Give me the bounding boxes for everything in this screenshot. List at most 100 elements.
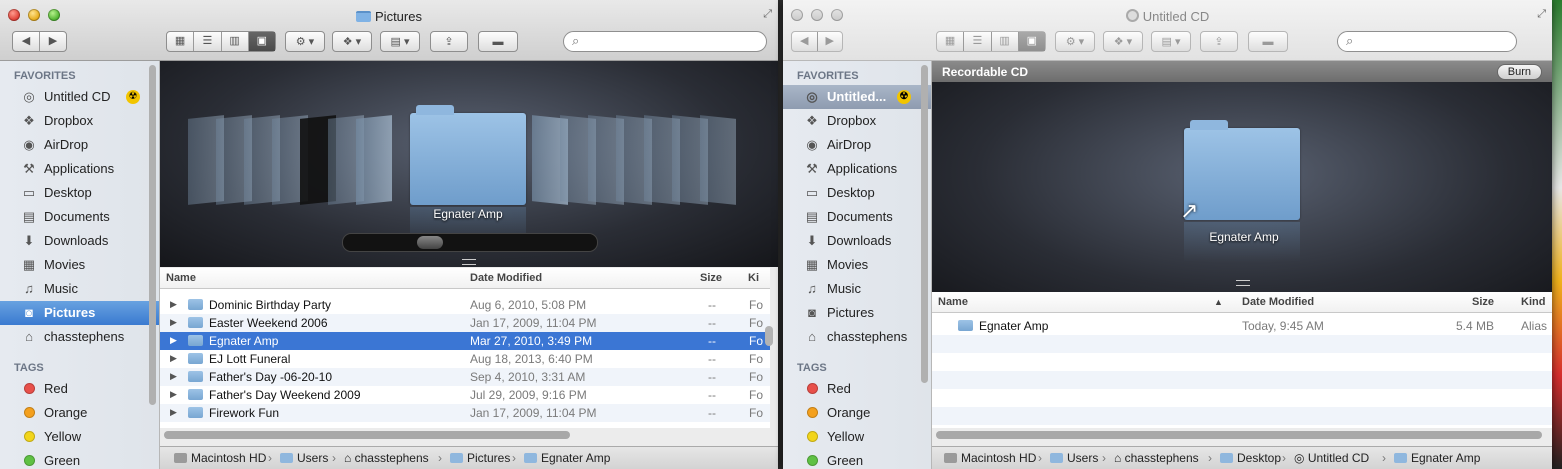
resize-grip-icon[interactable] (1236, 280, 1250, 286)
icon-view-icon[interactable]: ▦ (937, 32, 965, 51)
sidebar-item-documents[interactable]: ▤ Documents (0, 205, 159, 229)
sidebar-scrollbar[interactable] (149, 65, 156, 405)
sidebar-tag-green[interactable]: Green (0, 449, 159, 469)
sidebar-item-documents[interactable]: ▤ Documents (783, 205, 931, 229)
path-item[interactable]: ⌂ chasstephens (1114, 451, 1199, 465)
sidebar-item-desktop[interactable]: ▭ Desktop (0, 181, 159, 205)
burn-hazard-icon[interactable]: ☢ (126, 90, 140, 104)
disclosure-triangle-icon[interactable]: ▶ (170, 371, 177, 382)
resize-grip-icon[interactable] (462, 259, 476, 265)
dropbox-menu-button[interactable]: ❖ ▾ (1103, 31, 1143, 52)
forward-icon[interactable]: ▶ (818, 32, 843, 51)
disclosure-triangle-icon[interactable]: ▶ (170, 335, 177, 346)
sidebar-item-home[interactable]: ⌂ chasstephens (783, 325, 931, 349)
list-view-icon[interactable]: ☰ (194, 32, 222, 51)
tags-button[interactable]: ▬ (478, 31, 518, 52)
column-header-kind[interactable]: Ki (748, 272, 759, 284)
path-item[interactable]: Macintosh HD (944, 451, 1036, 465)
disclosure-triangle-icon[interactable]: ▶ (170, 407, 177, 418)
back-icon[interactable]: ◀ (792, 32, 818, 51)
forward-icon[interactable]: ▶ (40, 32, 66, 51)
sidebar-item-downloads[interactable]: ⬇ Downloads (0, 229, 159, 253)
path-item[interactable]: ⌂ chasstephens (344, 451, 429, 465)
sidebar-item-music[interactable]: ♫ Music (783, 277, 931, 301)
path-item[interactable]: Desktop (1220, 451, 1281, 465)
sidebar-item-movies[interactable]: ▦ Movies (0, 253, 159, 277)
back-forward-buttons[interactable]: ◀ ▶ (12, 31, 67, 52)
view-mode-control[interactable]: ▦ ☰ ▥ ▣ (166, 31, 276, 52)
coverflow-selected-folder-icon[interactable] (1184, 120, 1300, 220)
fullscreen-icon[interactable]: ⤢ (763, 8, 772, 21)
burn-button[interactable]: Burn (1496, 64, 1542, 80)
sidebar-tag-yellow[interactable]: Yellow (783, 425, 931, 449)
dropbox-menu-button[interactable]: ❖ ▾ (332, 31, 372, 52)
sidebar-tag-red[interactable]: Red (783, 377, 931, 401)
sidebar-item-untitled-cd[interactable]: ◎ Untitled CD ☢ (0, 85, 159, 109)
table-row[interactable]: ▶ Dominic Birthday Party Aug 6, 2010, 5:… (160, 296, 770, 314)
path-item[interactable]: Users (1050, 451, 1098, 465)
sidebar-tag-yellow[interactable]: Yellow (0, 425, 159, 449)
table-row[interactable]: ▶ Firework Fun Jan 17, 2009, 11:04 PM --… (160, 404, 770, 422)
sidebar-item-downloads[interactable]: ⬇ Downloads (783, 229, 931, 253)
path-item[interactable]: Egnater Amp (524, 451, 610, 465)
list-horizontal-scrollbar[interactable] (936, 431, 1542, 439)
list-vertical-scrollbar[interactable] (765, 326, 773, 346)
action-menu-button[interactable]: ⚙ ▾ (285, 31, 325, 52)
path-item[interactable]: Users (280, 451, 328, 465)
disclosure-triangle-icon[interactable]: ▶ (170, 353, 177, 364)
search-input[interactable]: ⌕ (1337, 31, 1517, 52)
disclosure-triangle-icon[interactable]: ▶ (170, 299, 177, 310)
back-icon[interactable]: ◀ (13, 32, 40, 51)
share-button[interactable]: ⇪ (430, 31, 468, 52)
burn-hazard-icon[interactable]: ☢ (897, 90, 911, 104)
fullscreen-icon[interactable]: ⤢ (1537, 8, 1546, 21)
sidebar-item-pictures[interactable]: ◙ Pictures (0, 301, 159, 325)
table-row-selected[interactable]: ▶ Egnater Amp Mar 27, 2010, 3:49 PM -- F… (160, 332, 770, 350)
sidebar-item-music[interactable]: ♫ Music (0, 277, 159, 301)
column-view-icon[interactable]: ▥ (222, 32, 249, 51)
path-item[interactable]: ◎ Untitled CD (1294, 451, 1369, 465)
column-header-kind[interactable]: Kind (1521, 296, 1545, 308)
table-row[interactable]: Egnater Amp Today, 9:45 AM 5.4 MB Alias (932, 317, 1552, 335)
column-header-size[interactable]: Size (700, 272, 722, 284)
sidebar-item-pictures[interactable]: ◙ Pictures (783, 301, 931, 325)
coverflow-item[interactable] (356, 115, 392, 205)
sidebar-item-home[interactable]: ⌂ chasstephens (0, 325, 159, 349)
sidebar-item-dropbox[interactable]: ❖ Dropbox (0, 109, 159, 133)
disclosure-triangle-icon[interactable]: ▶ (170, 389, 177, 400)
column-header-name[interactable]: Name (166, 272, 196, 284)
arrange-button[interactable]: ▤ ▾ (380, 31, 420, 52)
sidebar-item-airdrop[interactable]: ◉ AirDrop (783, 133, 931, 157)
coverflow-item[interactable] (700, 115, 736, 205)
column-header-name[interactable]: Name (938, 296, 968, 308)
path-item[interactable]: Macintosh HD (174, 451, 266, 465)
sort-ascending-icon[interactable]: ▲ (1214, 297, 1223, 307)
share-button[interactable]: ⇪ (1200, 31, 1238, 52)
icon-view-icon[interactable]: ▦ (167, 32, 195, 51)
column-header-date[interactable]: Date Modified (1242, 296, 1314, 308)
action-menu-button[interactable]: ⚙ ▾ (1055, 31, 1095, 52)
sidebar-item-movies[interactable]: ▦ Movies (783, 253, 931, 277)
sidebar-item-airdrop[interactable]: ◉ AirDrop (0, 133, 159, 157)
back-forward-buttons[interactable]: ◀ ▶ (791, 31, 843, 52)
table-row[interactable]: ▶ Father's Day Weekend 2009 Jul 29, 2009… (160, 386, 770, 404)
search-input[interactable]: ⌕ (563, 31, 767, 52)
sidebar-tag-green[interactable]: Green (783, 449, 931, 469)
sidebar-item-desktop[interactable]: ▭ Desktop (783, 181, 931, 205)
sidebar-tag-orange[interactable]: Orange (783, 401, 931, 425)
sidebar-tag-orange[interactable]: Orange (0, 401, 159, 425)
column-header-size[interactable]: Size (1472, 296, 1494, 308)
coverflow-view[interactable]: ↗ Egnater Amp (932, 82, 1552, 310)
disclosure-triangle-icon[interactable]: ▶ (170, 317, 177, 328)
coverflow-selected-folder-icon[interactable] (410, 105, 526, 205)
sidebar-scrollbar[interactable] (921, 65, 928, 383)
sidebar-item-dropbox[interactable]: ❖ Dropbox (783, 109, 931, 133)
tags-button[interactable]: ▬ (1248, 31, 1288, 52)
path-item[interactable]: Egnater Amp (1394, 451, 1480, 465)
path-item[interactable]: Pictures (450, 451, 510, 465)
table-row[interactable]: ▶ Father's Day -06-20-10 Sep 4, 2010, 3:… (160, 368, 770, 386)
view-mode-control[interactable]: ▦ ☰ ▥ ▣ (936, 31, 1046, 52)
table-row[interactable]: ▶ Easter Weekend 2006 Jan 17, 2009, 11:0… (160, 314, 770, 332)
sidebar-item-applications[interactable]: ⚒ Applications (0, 157, 159, 181)
column-header-date[interactable]: Date Modified (470, 272, 542, 284)
